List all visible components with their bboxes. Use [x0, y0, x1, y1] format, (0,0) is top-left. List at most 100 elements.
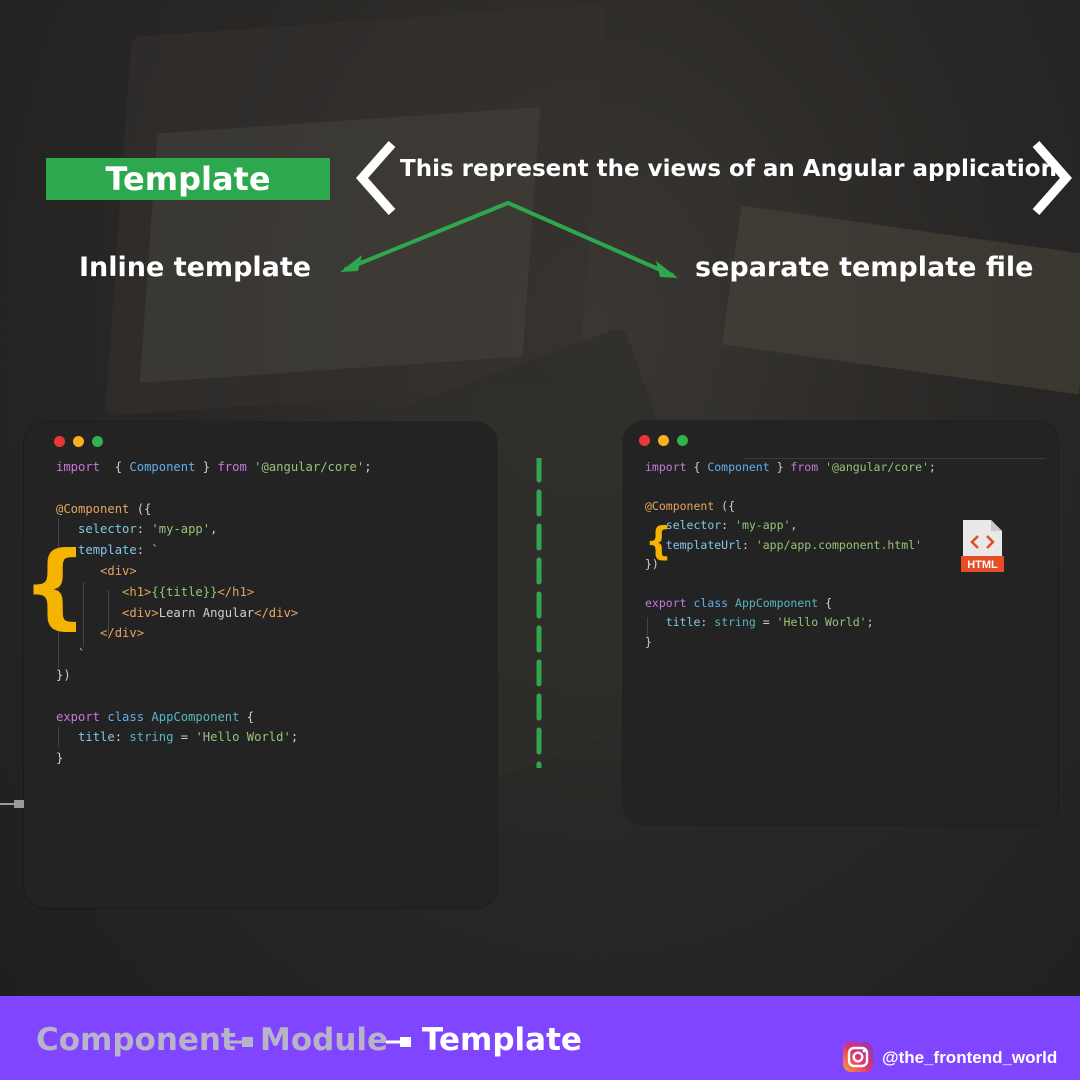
- code-token: Component: [707, 460, 770, 474]
- code-token: import: [56, 460, 101, 474]
- code-token: class: [107, 709, 145, 724]
- code-token: {: [818, 595, 832, 610]
- window-controls: [54, 436, 103, 447]
- code-token: @Component: [645, 498, 715, 513]
- code-token: :: [114, 730, 130, 745]
- code-line: selector: 'my-app',: [645, 516, 936, 535]
- code-token: {: [100, 460, 130, 474]
- code-line: template: `: [56, 540, 372, 561]
- social-handle[interactable]: @the_frontend_world: [882, 1048, 1057, 1068]
- code-line: selector: 'my-app',: [56, 519, 372, 540]
- html-icon-label: HTML: [967, 559, 998, 571]
- code-token: from: [790, 460, 819, 474]
- code-token: ;: [928, 460, 936, 474]
- code-line: }: [56, 748, 372, 769]
- code-token: ({: [129, 501, 152, 516]
- code-token: <h1>: [122, 584, 152, 599]
- code-token: <div>: [100, 563, 137, 578]
- background-laptop-display: [139, 107, 541, 383]
- window-controls: [639, 435, 688, 446]
- minimize-dot[interactable]: [73, 436, 84, 447]
- breadcrumb-component[interactable]: Component: [36, 1022, 236, 1058]
- code-token: import: [645, 460, 687, 474]
- code-token: :: [700, 615, 715, 630]
- code-token: export: [56, 709, 101, 724]
- code-token: }): [56, 667, 71, 682]
- connector-icon: [0, 800, 24, 808]
- code-token: =: [173, 730, 196, 745]
- code-line: title: string = 'Hello World';: [56, 727, 372, 748]
- code-token: }: [195, 460, 218, 474]
- code-token: export: [645, 595, 687, 610]
- code-token: {: [686, 460, 708, 474]
- code-token: 'Hello World': [195, 730, 291, 745]
- dashed-divider: [536, 458, 542, 768]
- indent-guide: [647, 617, 648, 637]
- code-token: templateUrl: [665, 537, 742, 552]
- code-token: from: [217, 460, 247, 474]
- code-line: import { Component } from '@angular/core…: [56, 457, 372, 478]
- code-line: <div>Learn Angular</div>: [56, 603, 372, 624]
- code-token: `: [56, 647, 86, 662]
- code-token: string: [129, 730, 174, 745]
- maximize-dot[interactable]: [92, 436, 103, 447]
- code-token: @Component: [56, 501, 130, 516]
- minimize-dot[interactable]: [658, 435, 669, 446]
- subtitle: This represent the views of an Angular a…: [400, 156, 1066, 182]
- code-token: 'my-app': [735, 518, 791, 533]
- code-token: }: [769, 460, 791, 474]
- inline-code-block: import { Component } from '@angular/core…: [56, 457, 372, 769]
- code-line: @Component ({: [56, 499, 372, 520]
- code-token: <div>: [122, 605, 159, 620]
- code-token: </div>: [254, 605, 299, 620]
- code-line: export class AppComponent {: [56, 707, 372, 728]
- brace-highlight-small: {: [645, 519, 673, 563]
- chevron-left-icon[interactable]: [354, 138, 398, 218]
- code-token: '@angular/core': [254, 460, 365, 474]
- code-line: import { Component } from '@angular/core…: [645, 458, 936, 477]
- code-token: ,: [210, 522, 218, 537]
- code-token: AppComponent: [151, 709, 240, 724]
- code-token: '@angular/core': [825, 460, 929, 474]
- code-token: ;: [364, 460, 372, 474]
- code-token: 'app/app.component.html': [755, 537, 922, 552]
- code-line: @Component ({: [645, 497, 936, 516]
- code-line: }): [645, 555, 936, 574]
- code-token: ;: [866, 615, 874, 630]
- code-line: `: [56, 644, 372, 665]
- breadcrumb-module[interactable]: Module: [260, 1022, 388, 1058]
- code-token: </div>: [100, 626, 145, 641]
- code-token: AppComponent: [735, 595, 819, 610]
- inline-code-window: import { Component } from '@angular/core…: [24, 422, 497, 908]
- page-title: Template: [46, 158, 330, 200]
- code-token: {: [239, 709, 255, 724]
- code-token: ({: [714, 498, 736, 513]
- code-line: title: string = 'Hello World';: [645, 613, 936, 632]
- code-token: =: [755, 615, 777, 630]
- close-dot[interactable]: [54, 436, 65, 447]
- brace-highlight: {: [22, 532, 88, 639]
- code-token: :: [721, 518, 736, 533]
- separate-code-block: import { Component } from '@angular/core…: [645, 458, 936, 652]
- breadcrumb-template[interactable]: Template: [422, 1022, 582, 1058]
- code-line: <div>: [56, 561, 372, 582]
- inline-template-label: Inline template: [79, 252, 312, 283]
- maximize-dot[interactable]: [677, 435, 688, 446]
- code-token: title: [78, 730, 115, 745]
- code-token: : `: [136, 543, 159, 558]
- code-line: <h1>{{title}}</h1>: [56, 582, 372, 603]
- code-line: </div>: [56, 623, 372, 644]
- code-token: Component: [129, 460, 196, 474]
- breadcrumb-connector-icon: [386, 1037, 411, 1047]
- code-token: </h1>: [217, 584, 255, 599]
- code-token: :: [136, 522, 152, 537]
- code-token: ,: [790, 518, 798, 533]
- close-dot[interactable]: [639, 435, 650, 446]
- code-token: 'Hello World': [776, 615, 867, 630]
- instagram-icon[interactable]: [842, 1041, 874, 1073]
